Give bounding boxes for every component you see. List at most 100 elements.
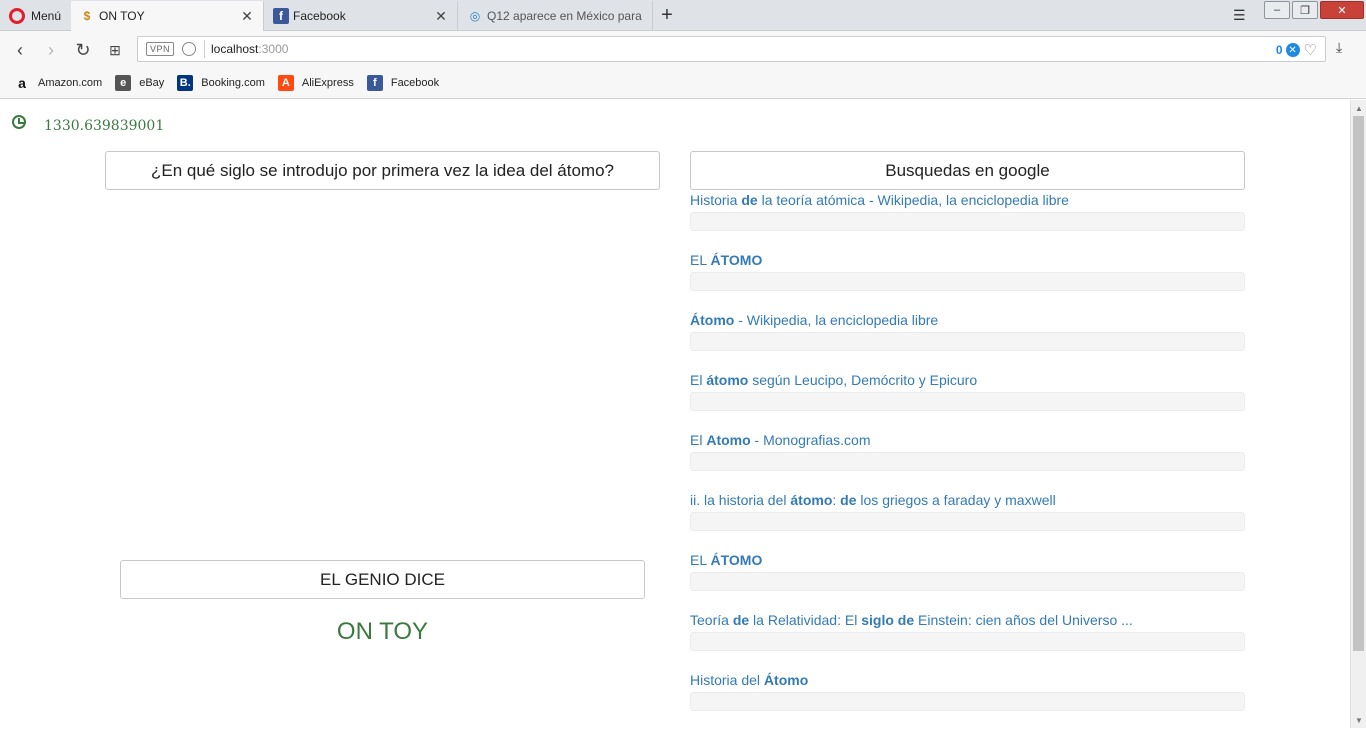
globe-icon: ◎ — [469, 9, 481, 23]
speed-dial-icon[interactable]: ⊞ — [104, 39, 126, 61]
clock-icon — [12, 115, 26, 129]
search-result-link[interactable]: EL ÁTOMO — [690, 252, 1245, 270]
facebook-icon: f — [273, 8, 289, 24]
divider — [204, 40, 206, 58]
search-result: Historia de la teoría atómica - Wikipedi… — [690, 192, 1245, 252]
page-viewport: 1330.639839001 ¿En qué siglo se introduj… — [0, 100, 1350, 728]
result-text: Historia del — [690, 672, 764, 688]
result-text: átomo — [790, 492, 833, 508]
search-result-link[interactable]: El átomo según Leucipo, Demócrito y Epic… — [690, 372, 1245, 390]
result-text: la teoría atómica - Wikipedia, la encicl… — [757, 192, 1069, 208]
search-results-list: Historia de la teoría atómica - Wikipedi… — [690, 192, 1245, 732]
back-icon[interactable]: ‹ — [9, 39, 31, 61]
search-result: Átomo - Wikipedia, la enciclopedia libre — [690, 312, 1245, 372]
tab-bar: Menú $ ON TOY ✕ f Facebook ✕ ◎ Q12 apare… — [0, 0, 1366, 31]
url-text[interactable]: localhost:3000 — [211, 42, 288, 56]
search-result: El átomo según Leucipo, Demócrito y Epic… — [690, 372, 1245, 432]
aliexpress-icon: A — [277, 74, 294, 91]
bookmark-label: Amazon.com — [38, 76, 103, 89]
search-result-link[interactable]: Historia del Átomo — [690, 672, 1245, 690]
result-text: Atomo — [706, 432, 751, 448]
result-text: El — [690, 372, 707, 388]
result-text: ÁTOMO — [710, 552, 763, 568]
restore-button[interactable]: ❐ — [1292, 1, 1318, 19]
result-text: según Leucipo, Demócrito y Epicuro — [748, 372, 978, 388]
download-icon[interactable]: ⤓ — [1336, 39, 1342, 56]
money-bag-icon: $ — [83, 9, 91, 23]
reload-icon[interactable]: ↻ — [72, 39, 94, 61]
bookmark-facebook[interactable]: f Facebook — [366, 74, 440, 91]
tab-menu-icon[interactable]: ☰ — [1233, 7, 1246, 24]
tab-on-toy[interactable]: $ ON TOY ✕ — [71, 1, 264, 31]
opera-logo-icon — [9, 7, 25, 24]
result-text: EL — [690, 252, 711, 268]
search-result-link[interactable]: El Atomo - Monografias.com — [690, 432, 1245, 450]
scroll-down-icon[interactable]: ▼ — [1353, 714, 1365, 726]
bookmarks-bar: a Amazon.com e eBay B. Booking.com A Ali… — [0, 67, 1366, 99]
close-tab-icon[interactable]: ✕ — [239, 8, 255, 24]
search-result-link[interactable]: Átomo - Wikipedia, la enciclopedia libre — [690, 312, 1245, 330]
bookmark-booking[interactable]: B. Booking.com — [177, 74, 265, 91]
result-text: EL — [690, 552, 711, 568]
result-text: Átomo — [690, 312, 735, 328]
result-snippet-bar — [690, 272, 1245, 291]
search-result-link[interactable]: EL ÁTOMO — [690, 552, 1245, 570]
result-text: ii. la historia del — [690, 492, 791, 508]
url-actions: 0 ✕ ♡ — [1276, 41, 1317, 59]
tab-facebook[interactable]: f Facebook ✕ — [265, 1, 458, 31]
result-text: átomo — [706, 372, 749, 388]
amazon-icon: a — [18, 74, 26, 91]
url-field[interactable]: VPN localhost:3000 0 ✕ ♡ — [137, 36, 1326, 62]
result-snippet-bar — [690, 332, 1245, 351]
search-result-link[interactable]: ii. la historia del átomo: de los griego… — [690, 492, 1245, 510]
result-text: Historia — [690, 192, 742, 208]
opera-menu-button[interactable]: Menú — [0, 0, 71, 31]
result-text: de — [741, 192, 758, 208]
search-result: EL ÁTOMO — [690, 552, 1245, 612]
bookmark-amazon[interactable]: a Amazon.com — [14, 75, 102, 91]
close-tab-icon[interactable]: ✕ — [433, 8, 449, 24]
bookmark-heart-icon[interactable]: ♡ — [1304, 41, 1317, 59]
result-text: siglo de — [861, 612, 915, 628]
genie-label-box: EL GENIO DICE — [120, 560, 645, 599]
result-snippet-bar — [690, 212, 1245, 231]
timer-value: 1330.639839001 — [44, 118, 165, 134]
result-text: : — [832, 492, 841, 508]
result-text: - Monografias.com — [750, 432, 871, 448]
vpn-badge[interactable]: VPN — [146, 42, 175, 56]
search-result: Teoría de la Relatividad: El siglo de Ei… — [690, 612, 1245, 672]
menu-label: Menú — [31, 8, 62, 23]
forward-icon[interactable]: › — [40, 39, 62, 61]
bookmark-ebay[interactable]: e eBay — [115, 74, 164, 91]
search-result-link[interactable]: Teoría de la Relatividad: El siglo de Ei… — [690, 612, 1245, 630]
bookmark-label: Facebook — [390, 76, 440, 89]
url-host: localhost — [211, 42, 259, 56]
search-result: ii. la historia del átomo: de los griego… — [690, 492, 1245, 552]
result-text: la Relatividad: El — [749, 612, 862, 628]
vertical-scrollbar[interactable]: ▲ ▼ — [1350, 100, 1366, 728]
booking-icon: B. — [177, 74, 194, 91]
search-result: EL ÁTOMO — [690, 252, 1245, 312]
result-snippet-bar — [690, 572, 1245, 591]
window-controls: – ❐ ✕ — [1262, 1, 1364, 21]
result-text: de — [840, 492, 857, 508]
result-text: Átomo — [763, 672, 809, 688]
tab-title: Q12 aparece en México para — [487, 9, 642, 23]
bookmark-aliexpress[interactable]: A AliExpress — [277, 74, 354, 91]
bookmark-label: Booking.com — [201, 76, 265, 89]
search-result: El Atomo - Monografias.com — [690, 432, 1245, 492]
facebook-icon: f — [366, 74, 383, 91]
scroll-up-icon[interactable]: ▲ — [1353, 102, 1365, 114]
minimize-button[interactable]: – — [1264, 1, 1290, 19]
scroll-thumb[interactable] — [1353, 116, 1364, 651]
close-window-button[interactable]: ✕ — [1320, 1, 1364, 19]
search-result-link[interactable]: Historia de la teoría atómica - Wikipedi… — [690, 192, 1245, 210]
site-info-icon[interactable] — [182, 42, 197, 56]
bookmark-label: AliExpress — [301, 76, 354, 89]
ebay-icon: e — [115, 74, 132, 91]
new-tab-button[interactable]: + — [656, 4, 678, 26]
tab-q12[interactable]: ◎ Q12 aparece en México para — [459, 1, 653, 31]
timer: 1330.639839001 — [12, 110, 164, 134]
result-text: - Wikipedia, la enciclopedia libre — [734, 312, 939, 328]
adblock-icon[interactable]: ✕ — [1285, 43, 1300, 57]
